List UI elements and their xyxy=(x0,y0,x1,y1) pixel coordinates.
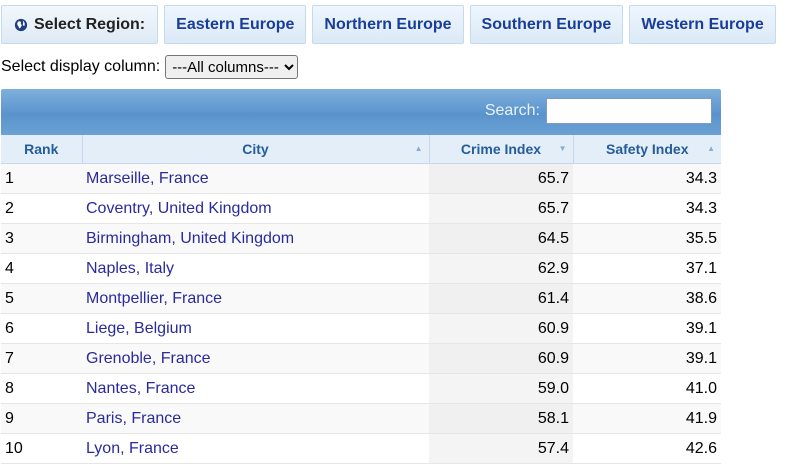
table-row: 4 Naples, Italy 62.9 37.1 xyxy=(1,253,721,284)
crime-index-cell: 65.7 xyxy=(429,193,573,224)
crime-index-cell: 57.4 xyxy=(429,433,573,464)
rank-cell: 10 xyxy=(1,433,82,464)
table-toolbar: Search: xyxy=(1,89,721,135)
crime-index-cell: 60.9 xyxy=(429,343,573,374)
display-column-select[interactable]: ---All columns--- xyxy=(165,55,299,79)
table-row: 8 Nantes, France 59.0 41.0 xyxy=(1,373,721,404)
crime-index-cell: 65.7 xyxy=(429,163,573,194)
header-safety-index[interactable]: Safety Index ▲ xyxy=(573,135,721,164)
crime-index-cell: 59.0 xyxy=(429,373,573,404)
select-region-text: Select Region: xyxy=(34,15,146,33)
header-crime-index[interactable]: Crime Index ▼ xyxy=(429,135,574,164)
city-cell: Coventry, United Kingdom xyxy=(82,193,429,224)
crime-index-cell: 62.9 xyxy=(429,253,573,284)
rank-cell: 1 xyxy=(1,163,82,194)
safety-index-cell: 37.1 xyxy=(573,253,721,284)
table-row: 5 Montpellier, France 61.4 38.6 xyxy=(1,283,721,314)
table-header-row: Rank City ▲ Crime Index ▼ Safety Index ▲ xyxy=(1,135,721,164)
city-link[interactable]: Lyon, France xyxy=(86,440,179,457)
table-body: 1 Marseille, France 65.7 34.3 2 Coventry, Uni… xyxy=(1,163,721,464)
safety-index-cell: 39.1 xyxy=(573,313,721,344)
city-link[interactable]: Liege, Belgium xyxy=(86,320,192,337)
rank-cell: 3 xyxy=(1,223,82,254)
table-row: 10 Lyon, France 57.4 42.6 xyxy=(1,433,721,464)
city-cell: Naples, Italy xyxy=(82,253,429,284)
select-region-label: Select Region: xyxy=(1,5,159,44)
crime-index-cell: 60.9 xyxy=(429,313,573,344)
region-selector-bar: Select Region: Eastern Europe Northern E… xyxy=(1,5,776,44)
table-row: 3 Birmingham, United Kingdom 64.5 35.5 xyxy=(1,223,721,254)
search-label: Search: xyxy=(484,102,540,119)
crime-index-cell: 61.4 xyxy=(429,283,573,314)
table-row: 2 Coventry, United Kingdom 65.7 34.3 xyxy=(1,193,721,224)
city-cell: Grenoble, France xyxy=(82,343,429,374)
city-cell: Liege, Belgium xyxy=(82,313,429,344)
city-link[interactable]: Naples, Italy xyxy=(86,260,174,277)
city-link[interactable]: Grenoble, France xyxy=(86,350,211,367)
table-row: 1 Marseille, France 65.7 34.3 xyxy=(1,163,721,194)
crime-index-cell: 64.5 xyxy=(429,223,573,254)
city-link[interactable]: Marseille, France xyxy=(86,170,209,187)
safety-index-cell: 42.6 xyxy=(573,433,721,464)
region-button-western-europe[interactable]: Western Europe xyxy=(629,5,776,44)
city-link[interactable]: Coventry, United Kingdom xyxy=(86,200,272,217)
crime-table-container: Search: Rank City ▲ Crime Index ▼ Safety I… xyxy=(1,89,721,464)
city-cell: Birmingham, United Kingdom xyxy=(82,223,429,254)
rank-cell: 4 xyxy=(1,253,82,284)
display-column-row: Select display column: ---All columns--- xyxy=(1,55,299,79)
table-row: 9 Paris, France 58.1 41.9 xyxy=(1,403,721,434)
city-link[interactable]: Paris, France xyxy=(86,410,181,427)
safety-index-cell: 38.6 xyxy=(573,283,721,314)
table-row: 6 Liege, Belgium 60.9 39.1 xyxy=(1,313,721,344)
city-link[interactable]: Montpellier, France xyxy=(86,290,222,307)
city-cell: Montpellier, France xyxy=(82,283,429,314)
sort-arrow-icon: ▲ xyxy=(707,144,715,153)
safety-index-cell: 35.5 xyxy=(573,223,721,254)
rank-cell: 8 xyxy=(1,373,82,404)
city-link[interactable]: Birmingham, United Kingdom xyxy=(86,230,294,247)
rank-cell: 7 xyxy=(1,343,82,374)
safety-index-cell: 41.9 xyxy=(573,403,721,434)
header-rank[interactable]: Rank xyxy=(1,135,83,164)
city-link[interactable]: Nantes, France xyxy=(86,380,195,397)
display-column-label: Select display column: xyxy=(1,58,161,75)
safety-index-cell: 34.3 xyxy=(573,193,721,224)
sort-arrow-icon: ▲ xyxy=(414,144,423,153)
city-cell: Marseille, France xyxy=(82,163,429,194)
rank-cell: 2 xyxy=(1,193,82,224)
rank-cell: 5 xyxy=(1,283,82,314)
globe-icon xyxy=(14,18,28,31)
header-city[interactable]: City ▲ xyxy=(82,135,430,164)
city-cell: Lyon, France xyxy=(82,433,429,464)
region-button-northern-europe[interactable]: Northern Europe xyxy=(312,5,464,44)
region-button-eastern-europe[interactable]: Eastern Europe xyxy=(164,5,307,44)
city-cell: Nantes, France xyxy=(82,373,429,404)
search-input[interactable] xyxy=(546,98,712,124)
sort-desc-icon: ▼ xyxy=(558,144,567,153)
safety-index-cell: 41.0 xyxy=(573,373,721,404)
crime-table: Rank City ▲ Crime Index ▼ Safety Index ▲ 1M… xyxy=(1,135,721,464)
safety-index-cell: 39.1 xyxy=(573,343,721,374)
safety-index-cell: 34.3 xyxy=(573,163,721,194)
crime-index-cell: 58.1 xyxy=(429,403,573,434)
region-button-southern-europe[interactable]: Southern Europe xyxy=(469,5,624,44)
city-cell: Paris, France xyxy=(82,403,429,434)
table-row: 7 Grenoble, France 60.9 39.1 xyxy=(1,343,721,374)
rank-cell: 6 xyxy=(1,313,82,344)
rank-cell: 9 xyxy=(1,403,82,434)
